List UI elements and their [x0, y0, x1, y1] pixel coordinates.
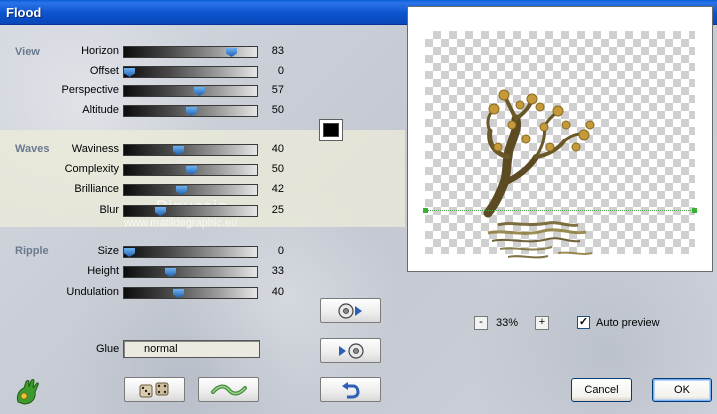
height-label: Height — [87, 265, 119, 277]
size-slider[interactable] — [123, 246, 258, 258]
auto-preview-checkbox[interactable]: ✓ — [577, 316, 590, 329]
zoom-level: 33% — [496, 317, 519, 329]
altitude-value[interactable]: 50 — [262, 104, 284, 116]
glue-label: Glue — [96, 343, 120, 355]
height-slider[interactable] — [123, 266, 258, 278]
complexity-slider[interactable] — [123, 164, 258, 176]
perspective-slider[interactable] — [123, 85, 258, 97]
blur-label: Blur — [99, 204, 119, 216]
brilliance-label: Brilliance — [74, 183, 119, 195]
randomize-button[interactable] — [124, 377, 185, 402]
brilliance-slider-thumb[interactable] — [176, 186, 187, 195]
undulation-value[interactable]: 40 — [262, 286, 284, 298]
preview-panel[interactable] — [407, 6, 713, 272]
altitude-slider[interactable] — [123, 105, 258, 117]
waviness-slider-thumb[interactable] — [173, 146, 184, 155]
undo-arrow-icon — [341, 381, 360, 398]
blur-slider[interactable] — [123, 205, 258, 217]
horizon-slider-thumb[interactable] — [226, 48, 237, 57]
plugin-hand-icon — [14, 378, 42, 406]
horizon-label: Horizon — [81, 45, 119, 57]
blur-slider-thumb[interactable] — [155, 207, 166, 216]
wave-color-fill — [323, 123, 339, 137]
disc-save-icon — [338, 342, 364, 359]
waviness-slider[interactable] — [123, 144, 258, 156]
complexity-slider-thumb[interactable] — [186, 166, 197, 175]
load-preset-button[interactable] — [320, 298, 381, 323]
offset-label: Offset — [89, 65, 119, 77]
cancel-button[interactable]: Cancel — [571, 378, 632, 402]
height-slider-thumb[interactable] — [165, 268, 176, 277]
altitude-label: Altitude — [82, 104, 119, 116]
size-slider-thumb[interactable] — [124, 248, 135, 257]
horizon-value[interactable]: 83 — [262, 45, 284, 57]
altitude-slider-thumb[interactable] — [186, 107, 197, 116]
size-value[interactable]: 0 — [262, 245, 284, 257]
perspective-label: Perspective — [61, 84, 119, 96]
brilliance-slider[interactable] — [123, 184, 258, 196]
horizon-handle-left[interactable] — [423, 208, 428, 213]
offset-value[interactable]: 0 — [262, 65, 284, 77]
offset-slider[interactable] — [123, 66, 258, 78]
blur-value[interactable]: 25 — [262, 204, 284, 216]
watermark-site: www.matildegraphic.eu — [124, 217, 238, 229]
window-title: Flood — [6, 5, 42, 20]
height-value[interactable]: 33 — [262, 265, 284, 277]
zoom-in-button[interactable]: + — [535, 316, 549, 330]
preview-tree-image — [483, 89, 595, 259]
disc-load-icon — [337, 302, 362, 319]
undo-button[interactable] — [320, 377, 381, 402]
complexity-label: Complexity — [64, 163, 119, 175]
undulation-slider[interactable] — [123, 287, 258, 299]
perspective-slider-thumb[interactable] — [194, 87, 205, 96]
glue-select[interactable]: normal — [123, 340, 260, 358]
undulation-label: Undulation — [66, 286, 119, 298]
horizon-guide-line — [423, 210, 695, 211]
ok-button[interactable]: OK — [652, 378, 712, 402]
waviness-label: Waviness — [71, 143, 119, 155]
wave-color-swatch[interactable] — [319, 119, 343, 141]
brilliance-value[interactable]: 42 — [262, 183, 284, 195]
waviness-value[interactable]: 40 — [262, 143, 284, 155]
offset-slider-thumb[interactable] — [124, 68, 135, 77]
undulation-slider-thumb[interactable] — [173, 289, 184, 298]
zoom-out-button[interactable]: - — [474, 316, 488, 330]
auto-preview-label: Auto preview — [596, 317, 660, 329]
wave-icon — [210, 384, 247, 395]
perspective-value[interactable]: 57 — [262, 84, 284, 96]
complexity-value[interactable]: 50 — [262, 163, 284, 175]
reset-button[interactable] — [198, 377, 259, 402]
size-label: Size — [97, 245, 119, 257]
dice-icon — [139, 382, 168, 397]
horizon-handle-right[interactable] — [692, 208, 697, 213]
horizon-slider[interactable] — [123, 46, 258, 58]
save-preset-button[interactable] — [320, 338, 381, 363]
